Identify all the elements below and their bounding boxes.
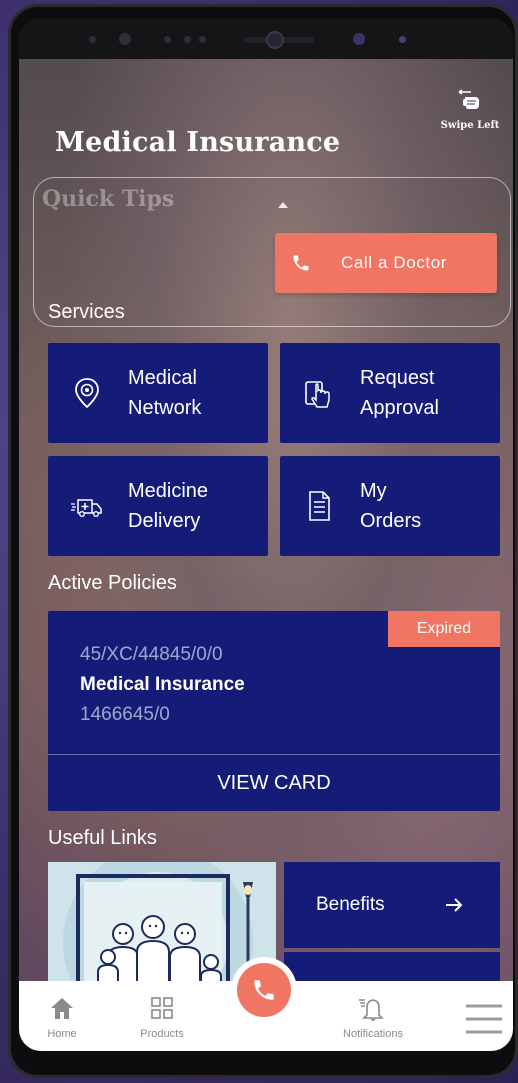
stage: Swipe Left Medical Insurance Quick Tips … — [0, 0, 518, 1083]
swipe-hint[interactable]: Swipe Left — [435, 89, 505, 131]
service-label: Medicine Delivery — [128, 480, 209, 532]
sensor-icon — [89, 36, 96, 43]
policy-name: Medical Insurance — [80, 674, 245, 695]
document-icon — [309, 491, 330, 521]
nav-notifications[interactable]: Notifications — [325, 993, 421, 1040]
status-badge: Expired — [388, 611, 500, 647]
front-camera-icon — [266, 31, 284, 49]
grid-icon — [151, 997, 173, 1019]
nav-home-label: Home — [47, 1028, 77, 1040]
app-screen: Swipe Left Medical Insurance Quick Tips … — [19, 19, 513, 1051]
location-pin-icon — [75, 378, 99, 409]
sensor-icon — [164, 36, 171, 43]
policy-id: 1466645/0 — [80, 704, 170, 725]
phone-bezel-bottom — [11, 1051, 515, 1075]
call-doctor-button[interactable]: Call a Doctor — [275, 233, 497, 293]
call-doctor-label: Call a Doctor — [341, 253, 448, 272]
nav-notifications-label: Notifications — [343, 1028, 403, 1040]
service-label: My Orders — [360, 480, 422, 532]
ambulance-icon — [71, 499, 102, 518]
sensor-icon — [199, 36, 206, 43]
sensor-icon — [353, 33, 365, 45]
policy-number: 45/XC/44845/0/0 — [80, 644, 223, 665]
nav-products[interactable]: Products — [127, 993, 197, 1040]
service-my-orders[interactable]: My Orders — [280, 456, 500, 556]
nav-home[interactable]: Home — [37, 993, 87, 1040]
phone-icon — [293, 255, 309, 271]
call-fab[interactable] — [231, 957, 297, 1023]
arrow-right-icon — [446, 898, 463, 912]
sensor-icon — [399, 36, 406, 43]
hand-tap-icon — [305, 381, 330, 408]
services-heading: Services — [48, 301, 125, 323]
quick-tips-title: Quick Tips — [42, 186, 175, 212]
policy-card[interactable]: Expired 45/XC/44845/0/0 Medical Insuranc… — [48, 611, 500, 811]
nav-products-label: Products — [140, 1028, 184, 1040]
nav-menu[interactable] — [459, 1001, 509, 1042]
menu-icon — [466, 1004, 502, 1034]
view-card-button[interactable]: VIEW CARD — [48, 755, 500, 811]
status-bar — [19, 19, 513, 59]
service-label: Medical Network — [128, 367, 202, 419]
benefits-link[interactable]: Benefits — [284, 862, 500, 948]
bell-icon — [359, 999, 384, 1021]
call-fab-inner — [237, 963, 291, 1017]
benefits-label: Benefits — [316, 894, 385, 915]
caret-up-icon — [278, 202, 288, 208]
phone-icon — [254, 980, 274, 1000]
service-request-approval[interactable]: Request Approval — [280, 343, 500, 443]
page-title: Medical Insurance — [55, 127, 341, 158]
useful-links-heading: Useful Links — [48, 827, 157, 849]
swipe-label: Swipe Left — [440, 120, 500, 131]
sensor-icon — [119, 33, 131, 45]
home-icon — [51, 998, 73, 1019]
sensor-icon — [184, 36, 191, 43]
service-label: Request Approval — [360, 367, 439, 419]
service-medicine-delivery[interactable]: Medicine Delivery — [48, 456, 268, 556]
phone-frame: Swipe Left Medical Insurance Quick Tips … — [8, 4, 518, 1078]
swipe-hand-icon — [458, 89, 479, 109]
active-policies-heading: Active Policies — [48, 572, 177, 594]
service-medical-network[interactable]: Medical Network — [48, 343, 268, 443]
